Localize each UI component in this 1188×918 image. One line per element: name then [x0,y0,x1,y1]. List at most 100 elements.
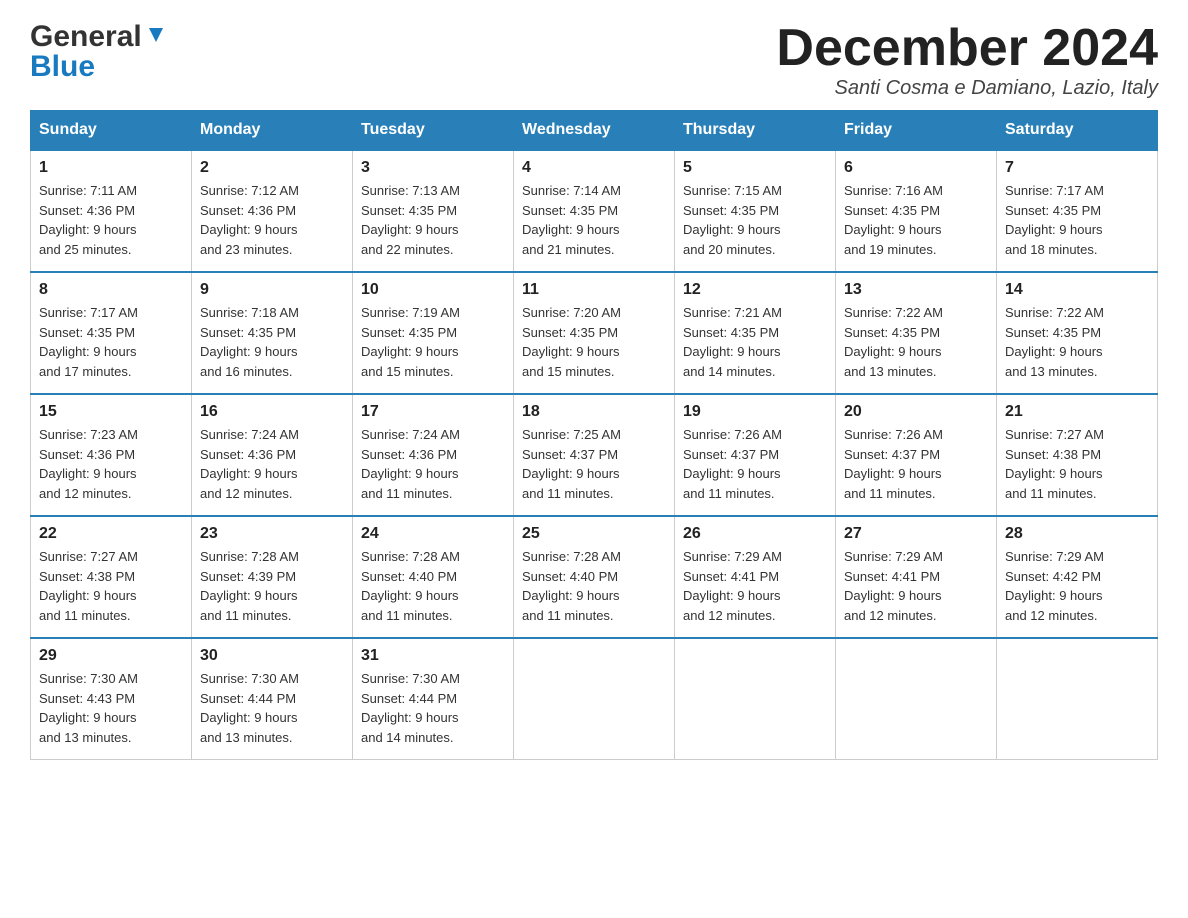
day-header-tuesday: Tuesday [353,111,514,151]
day-number: 19 [683,403,827,421]
day-header-friday: Friday [836,111,997,151]
day-number: 2 [200,159,344,177]
logo-general-text: General [30,20,142,54]
calendar-cell [675,638,836,760]
calendar-cell: 6 Sunrise: 7:16 AM Sunset: 4:35 PM Dayli… [836,150,997,272]
day-header-monday: Monday [192,111,353,151]
day-number: 28 [1005,525,1149,543]
day-number: 6 [844,159,988,177]
day-header-thursday: Thursday [675,111,836,151]
day-number: 7 [1005,159,1149,177]
day-info: Sunrise: 7:30 AM Sunset: 4:44 PM Dayligh… [361,669,505,747]
calendar-cell: 31 Sunrise: 7:30 AM Sunset: 4:44 PM Dayl… [353,638,514,760]
day-info: Sunrise: 7:28 AM Sunset: 4:40 PM Dayligh… [522,547,666,625]
calendar-cell [997,638,1158,760]
day-number: 13 [844,281,988,299]
day-number: 18 [522,403,666,421]
page-header: General Blue December 2024 Santi Cosma e… [30,20,1158,100]
day-number: 3 [361,159,505,177]
calendar-cell: 21 Sunrise: 7:27 AM Sunset: 4:38 PM Dayl… [997,394,1158,516]
day-info: Sunrise: 7:13 AM Sunset: 4:35 PM Dayligh… [361,181,505,259]
calendar-cell: 27 Sunrise: 7:29 AM Sunset: 4:41 PM Dayl… [836,516,997,638]
day-info: Sunrise: 7:30 AM Sunset: 4:43 PM Dayligh… [39,669,183,747]
day-number: 23 [200,525,344,543]
calendar-cell: 16 Sunrise: 7:24 AM Sunset: 4:36 PM Dayl… [192,394,353,516]
calendar-cell: 23 Sunrise: 7:28 AM Sunset: 4:39 PM Dayl… [192,516,353,638]
calendar-week-row: 29 Sunrise: 7:30 AM Sunset: 4:43 PM Dayl… [31,638,1158,760]
day-header-saturday: Saturday [997,111,1158,151]
day-info: Sunrise: 7:12 AM Sunset: 4:36 PM Dayligh… [200,181,344,259]
day-header-sunday: Sunday [31,111,192,151]
calendar-cell: 30 Sunrise: 7:30 AM Sunset: 4:44 PM Dayl… [192,638,353,760]
calendar-cell: 5 Sunrise: 7:15 AM Sunset: 4:35 PM Dayli… [675,150,836,272]
calendar-cell: 7 Sunrise: 7:17 AM Sunset: 4:35 PM Dayli… [997,150,1158,272]
calendar-cell: 10 Sunrise: 7:19 AM Sunset: 4:35 PM Dayl… [353,272,514,394]
day-info: Sunrise: 7:17 AM Sunset: 4:35 PM Dayligh… [1005,181,1149,259]
calendar-cell: 15 Sunrise: 7:23 AM Sunset: 4:36 PM Dayl… [31,394,192,516]
calendar-cell: 11 Sunrise: 7:20 AM Sunset: 4:35 PM Dayl… [514,272,675,394]
calendar-title: December 2024 [776,20,1158,77]
calendar-cell: 20 Sunrise: 7:26 AM Sunset: 4:37 PM Dayl… [836,394,997,516]
calendar-week-row: 15 Sunrise: 7:23 AM Sunset: 4:36 PM Dayl… [31,394,1158,516]
calendar-cell: 2 Sunrise: 7:12 AM Sunset: 4:36 PM Dayli… [192,150,353,272]
day-info: Sunrise: 7:30 AM Sunset: 4:44 PM Dayligh… [200,669,344,747]
day-info: Sunrise: 7:16 AM Sunset: 4:35 PM Dayligh… [844,181,988,259]
day-info: Sunrise: 7:23 AM Sunset: 4:36 PM Dayligh… [39,425,183,503]
calendar-cell: 12 Sunrise: 7:21 AM Sunset: 4:35 PM Dayl… [675,272,836,394]
day-number: 4 [522,159,666,177]
calendar-cell: 24 Sunrise: 7:28 AM Sunset: 4:40 PM Dayl… [353,516,514,638]
calendar-week-row: 1 Sunrise: 7:11 AM Sunset: 4:36 PM Dayli… [31,150,1158,272]
day-number: 1 [39,159,183,177]
day-info: Sunrise: 7:18 AM Sunset: 4:35 PM Dayligh… [200,303,344,381]
day-number: 27 [844,525,988,543]
logo-arrow-icon [145,24,167,51]
day-info: Sunrise: 7:25 AM Sunset: 4:37 PM Dayligh… [522,425,666,503]
calendar-cell [514,638,675,760]
calendar-cell: 29 Sunrise: 7:30 AM Sunset: 4:43 PM Dayl… [31,638,192,760]
day-info: Sunrise: 7:27 AM Sunset: 4:38 PM Dayligh… [1005,425,1149,503]
day-info: Sunrise: 7:28 AM Sunset: 4:40 PM Dayligh… [361,547,505,625]
day-info: Sunrise: 7:20 AM Sunset: 4:35 PM Dayligh… [522,303,666,381]
day-number: 24 [361,525,505,543]
calendar-cell [836,638,997,760]
calendar-week-row: 22 Sunrise: 7:27 AM Sunset: 4:38 PM Dayl… [31,516,1158,638]
calendar-cell: 13 Sunrise: 7:22 AM Sunset: 4:35 PM Dayl… [836,272,997,394]
day-number: 29 [39,647,183,665]
calendar-header-row: SundayMondayTuesdayWednesdayThursdayFrid… [31,111,1158,151]
day-number: 5 [683,159,827,177]
day-number: 9 [200,281,344,299]
day-number: 15 [39,403,183,421]
calendar-week-row: 8 Sunrise: 7:17 AM Sunset: 4:35 PM Dayli… [31,272,1158,394]
calendar-cell: 18 Sunrise: 7:25 AM Sunset: 4:37 PM Dayl… [514,394,675,516]
day-number: 25 [522,525,666,543]
calendar-cell: 25 Sunrise: 7:28 AM Sunset: 4:40 PM Dayl… [514,516,675,638]
day-header-wednesday: Wednesday [514,111,675,151]
day-info: Sunrise: 7:14 AM Sunset: 4:35 PM Dayligh… [522,181,666,259]
day-info: Sunrise: 7:17 AM Sunset: 4:35 PM Dayligh… [39,303,183,381]
calendar-cell: 28 Sunrise: 7:29 AM Sunset: 4:42 PM Dayl… [997,516,1158,638]
calendar-cell: 19 Sunrise: 7:26 AM Sunset: 4:37 PM Dayl… [675,394,836,516]
calendar-cell: 9 Sunrise: 7:18 AM Sunset: 4:35 PM Dayli… [192,272,353,394]
day-info: Sunrise: 7:22 AM Sunset: 4:35 PM Dayligh… [1005,303,1149,381]
day-number: 16 [200,403,344,421]
day-number: 22 [39,525,183,543]
day-info: Sunrise: 7:22 AM Sunset: 4:35 PM Dayligh… [844,303,988,381]
calendar-cell: 26 Sunrise: 7:29 AM Sunset: 4:41 PM Dayl… [675,516,836,638]
day-number: 8 [39,281,183,299]
day-info: Sunrise: 7:15 AM Sunset: 4:35 PM Dayligh… [683,181,827,259]
day-number: 20 [844,403,988,421]
calendar-cell: 17 Sunrise: 7:24 AM Sunset: 4:36 PM Dayl… [353,394,514,516]
day-number: 31 [361,647,505,665]
logo: General Blue [30,20,167,84]
calendar-cell: 14 Sunrise: 7:22 AM Sunset: 4:35 PM Dayl… [997,272,1158,394]
day-info: Sunrise: 7:29 AM Sunset: 4:42 PM Dayligh… [1005,547,1149,625]
day-info: Sunrise: 7:26 AM Sunset: 4:37 PM Dayligh… [683,425,827,503]
day-info: Sunrise: 7:29 AM Sunset: 4:41 PM Dayligh… [683,547,827,625]
day-number: 30 [200,647,344,665]
day-number: 12 [683,281,827,299]
day-number: 14 [1005,281,1149,299]
day-number: 10 [361,281,505,299]
day-number: 26 [683,525,827,543]
day-info: Sunrise: 7:29 AM Sunset: 4:41 PM Dayligh… [844,547,988,625]
day-info: Sunrise: 7:27 AM Sunset: 4:38 PM Dayligh… [39,547,183,625]
